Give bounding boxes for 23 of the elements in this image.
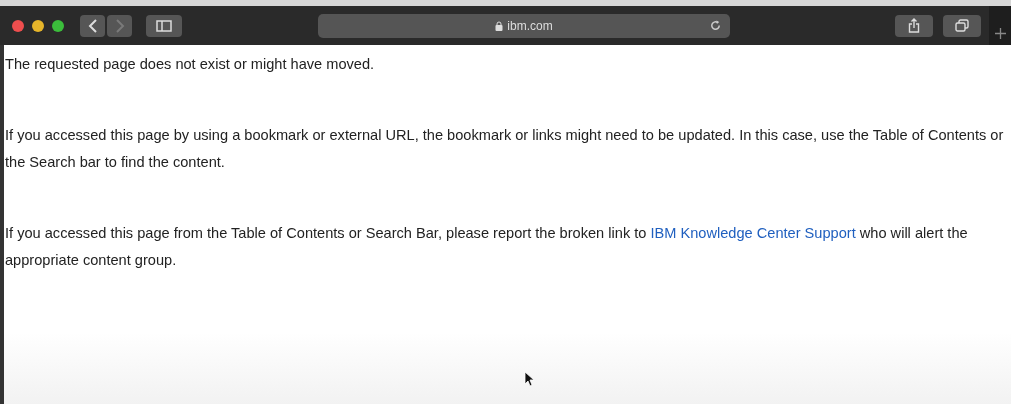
chevron-right-icon: [114, 18, 125, 33]
sidebar-button[interactable]: [146, 14, 182, 37]
sidebar-icon: [156, 19, 172, 32]
address-text: ibm.com: [507, 18, 553, 33]
back-button[interactable]: [80, 14, 105, 37]
zoom-button[interactable]: [52, 19, 64, 32]
address-bar[interactable]: ibm.com: [318, 13, 730, 38]
close-button[interactable]: [12, 19, 24, 32]
paragraph: If you accessed this page from the Table of Contents or Search Bar, please report the broken link to IBM Knowledge Center Support who will alert the appropriate content group.: [5, 224, 969, 270]
tabs-button[interactable]: [943, 14, 981, 37]
reload-icon[interactable]: [709, 18, 722, 32]
plus-icon: [994, 28, 1006, 39]
minimize-button[interactable]: [32, 19, 44, 32]
lock-icon: [495, 20, 504, 31]
share-icon: [908, 18, 920, 33]
paragraph: The requested page does not exist or might have moved.: [5, 55, 376, 74]
new-tab-button[interactable]: [989, 6, 1011, 45]
paragraph: If you accessed this page by using a bookmark or external URL, the bookmark or links might need to be updated. In this case, use the Table of Contents or the Search bar to find the content.: [5, 126, 1005, 172]
chevron-left-icon: [87, 18, 98, 33]
share-button[interactable]: [895, 14, 933, 37]
tabs-icon: [955, 19, 969, 32]
cursor-icon: [524, 371, 534, 387]
support-link[interactable]: IBM Knowledge Center Support: [650, 225, 856, 241]
